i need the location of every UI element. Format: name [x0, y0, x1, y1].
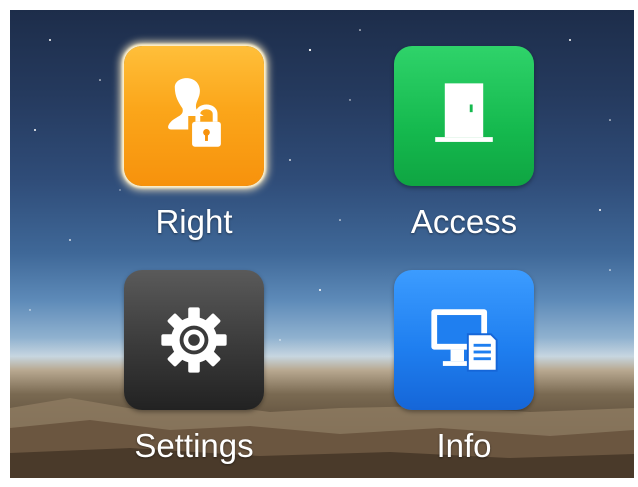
device-screen: Right Access Settings Info [10, 10, 634, 478]
access-label: Access [410, 203, 518, 240]
mountain-landscape [10, 398, 634, 478]
menu-tile-settings[interactable]: Settings [124, 270, 264, 464]
menu-tile-access[interactable]: Access [394, 46, 534, 240]
menu-tile-info[interactable]: Info [394, 270, 534, 464]
info-icon-box[interactable] [394, 270, 534, 410]
menu-tile-right[interactable]: Right [124, 46, 264, 240]
gear-icon [161, 307, 227, 373]
user-lock-icon [168, 78, 221, 147]
door-icon [435, 83, 493, 142]
settings-label: Settings [134, 427, 254, 464]
info-label: Info [436, 427, 492, 464]
access-icon-box[interactable] [394, 46, 534, 186]
settings-icon-box[interactable] [124, 270, 264, 410]
monitor-document-icon [431, 309, 498, 372]
right-label: Right [155, 203, 233, 240]
right-icon-box[interactable] [124, 46, 264, 186]
